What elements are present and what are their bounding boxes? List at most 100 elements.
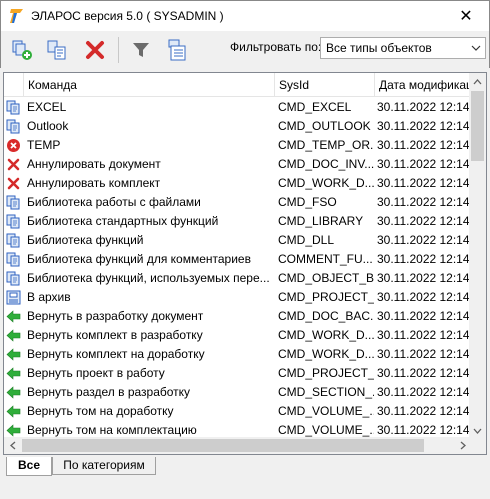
toolbar: Фильтровать по: Все типы объектов — [0, 31, 490, 68]
tab-all[interactable]: Все — [6, 457, 52, 476]
horizontal-scroll-thumb[interactable] — [22, 439, 424, 452]
sysid-cell: CMD_WORK_D... — [278, 176, 374, 190]
delete-button[interactable] — [81, 36, 109, 64]
command-name-cell: Outlook — [27, 119, 69, 133]
modified-date-cell: 30.11.2022 12:14 — [377, 271, 470, 285]
close-button[interactable]: ✕ — [443, 1, 489, 32]
green-arrow-left-icon — [6, 328, 21, 343]
vertical-scroll-thumb[interactable] — [471, 91, 484, 161]
modified-date-cell: 30.11.2022 12:14 — [377, 366, 470, 380]
modified-date-cell: 30.11.2022 12:14 — [377, 195, 470, 209]
header-command[interactable]: Команда — [24, 73, 275, 97]
funnel-icon — [133, 43, 149, 57]
green-arrow-left-icon — [6, 404, 21, 419]
modified-date-cell: 30.11.2022 12:14 — [377, 252, 470, 266]
filter-label: Фильтровать по: — [230, 40, 322, 54]
header-icon-column[interactable] — [4, 73, 24, 97]
red-x-icon — [6, 176, 21, 191]
blue-command-icon — [6, 119, 21, 134]
modified-date-cell: 30.11.2022 12:14 — [377, 138, 470, 152]
table-row[interactable]: Библиотека функций для комментариев COMME… — [4, 250, 471, 269]
command-name-cell: Вернуть комплект в разработку — [27, 328, 203, 342]
table-row[interactable]: Вернуть проект в работу CMD_PROJECT_...30… — [4, 364, 471, 383]
table-row[interactable]: Вернуть раздел в разработку CMD_SECTION_.… — [4, 383, 471, 402]
properties-button[interactable] — [163, 36, 191, 64]
sysid-cell: CMD_SECTION_... — [278, 385, 374, 399]
table-row[interactable]: Вернуть комплект на доработку CMD_WORK_D.… — [4, 345, 471, 364]
bottom-tabs: Все По категориям — [0, 455, 490, 499]
tab-by-category[interactable]: По категориям — [52, 457, 156, 475]
table-row[interactable]: Библиотека функций CMD_DLL 30.11.2022 12:1… — [4, 231, 471, 250]
archive-icon — [6, 290, 21, 305]
sysid-cell: CMD_VOLUME_... — [278, 404, 374, 418]
table-row[interactable]: Вернуть комплект в разработку CMD_WORK_D.… — [4, 326, 471, 345]
command-name-cell: В архив — [27, 290, 71, 304]
command-name-cell: Вернуть раздел в разработку — [27, 385, 191, 399]
header-modified-date[interactable]: Дата модификац — [375, 73, 471, 97]
table-row[interactable]: Библиотека стандартных функций CMD_LIBRAR… — [4, 212, 471, 231]
table-row[interactable]: В архив CMD_PROJECT_...30.11.2022 12:14 — [4, 288, 471, 307]
blue-command-icon — [6, 252, 21, 267]
table-row[interactable]: Outlook CMD_OUTLOOK 30.11.2022 12:14 — [4, 117, 471, 136]
table-row[interactable]: Вернуть том на доработку CMD_VOLUME_... 30… — [4, 402, 471, 421]
sysid-cell: CMD_WORK_D... — [278, 347, 374, 361]
table-row[interactable]: Аннулировать комплект CMD_WORK_D... 30.11.… — [4, 174, 471, 193]
copy-command-icon — [47, 40, 66, 60]
command-name-cell: Библиотека стандартных функций — [27, 214, 219, 228]
filter-button[interactable] — [127, 36, 155, 64]
modified-date-cell: 30.11.2022 12:14 — [377, 119, 470, 133]
command-name-cell: Аннулировать документ — [27, 157, 161, 171]
scroll-right-arrow-icon — [460, 441, 466, 450]
horizontal-scrollbar[interactable] — [4, 437, 471, 454]
modified-date-cell: 30.11.2022 12:14 — [377, 214, 470, 228]
command-name-cell: Вернуть в разработку документ — [27, 309, 204, 323]
table-row[interactable]: Библиотека работы с файлами CMD_FSO 30.11.… — [4, 193, 471, 212]
red-x-icon — [6, 157, 21, 172]
vertical-scrollbar[interactable] — [469, 73, 486, 439]
table-row[interactable]: Вернуть в разработку документ CMD_DOC_BAC… — [4, 307, 471, 326]
app-logo-icon — [10, 9, 23, 23]
scrollbar-corner — [469, 437, 486, 454]
command-name-cell: EXCEL — [27, 100, 67, 114]
modified-date-cell: 30.11.2022 12:14 — [377, 309, 470, 323]
delete-x-icon — [86, 41, 104, 59]
sysid-cell: CMD_OBJECT_B... — [278, 271, 374, 285]
scroll-left-button[interactable] — [4, 437, 21, 454]
sysid-cell: CMD_LIBRARY — [278, 214, 364, 228]
sysid-cell: CMD_DOC_BAC... — [278, 309, 374, 323]
properties-list-icon — [168, 39, 186, 61]
command-name-cell: Библиотека функций, используемых пере... — [27, 271, 270, 285]
table-row[interactable]: EXCEL CMD_EXCEL 30.11.2022 12:14 — [4, 98, 471, 117]
modified-date-cell: 30.11.2022 12:14 — [377, 176, 470, 190]
command-name-cell: Вернуть комплект на доработку — [27, 347, 205, 361]
sysid-cell: CMD_FSO — [278, 195, 337, 209]
copy-command-button[interactable] — [43, 36, 71, 64]
red-circle-x-icon — [6, 138, 21, 153]
modified-date-cell: 30.11.2022 12:14 — [377, 233, 470, 247]
table-header: Команда SysId Дата модификац — [4, 73, 471, 97]
command-name-cell: Библиотека функций — [27, 233, 144, 247]
command-name-cell: Вернуть проект в работу — [27, 366, 165, 380]
table-row[interactable]: Библиотека функций, используемых пере...… — [4, 269, 471, 288]
sysid-cell: CMD_OUTLOOK — [278, 119, 371, 133]
header-sysid[interactable]: SysId — [275, 73, 375, 97]
modified-date-cell: 30.11.2022 12:14 — [377, 404, 470, 418]
command-name-cell: Аннулировать комплект — [27, 176, 161, 190]
blue-command-icon — [6, 271, 21, 286]
add-command-button[interactable] — [9, 36, 37, 64]
table-row[interactable]: Аннулировать документ CMD_DOC_INV... 30.11… — [4, 155, 471, 174]
sysid-cell: CMD_TEMP_OR... — [278, 138, 374, 152]
modified-date-cell: 30.11.2022 12:14 — [377, 328, 470, 342]
sysid-cell: CMD_WORK_D... — [278, 328, 374, 342]
table-row[interactable]: TEMP CMD_TEMP_OR... 30.11.2022 12:14 — [4, 136, 471, 155]
scroll-up-button[interactable] — [469, 73, 486, 90]
filter-dropdown[interactable]: Все типы объектов — [320, 37, 486, 59]
green-arrow-left-icon — [6, 309, 21, 324]
sysid-cell: COMMENT_FU... — [278, 252, 373, 266]
blue-command-icon — [6, 233, 21, 248]
modified-date-cell: 30.11.2022 12:14 — [377, 347, 470, 361]
sysid-cell: CMD_PROJECT_... — [278, 290, 374, 304]
modified-date-cell: 30.11.2022 12:14 — [377, 290, 470, 304]
blue-command-icon — [6, 100, 21, 115]
green-arrow-left-icon — [6, 366, 21, 381]
